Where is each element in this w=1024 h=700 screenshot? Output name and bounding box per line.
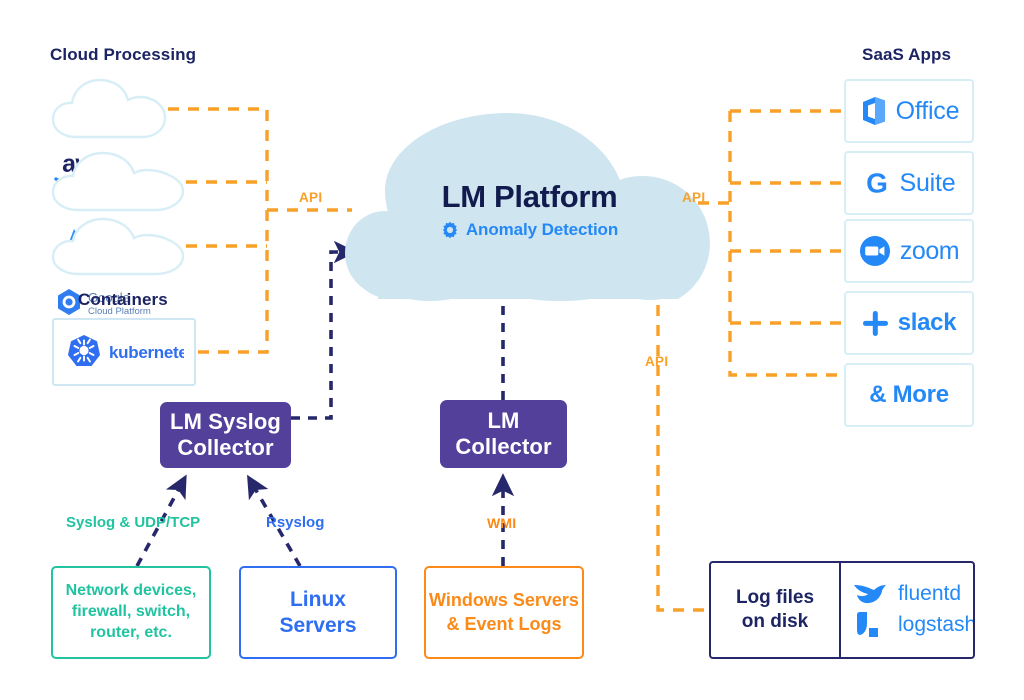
edge-label-api-logfiles: API [645, 354, 669, 369]
collector-line-2: Collector [455, 434, 552, 459]
edge-label-rsyslog: Rsyslog [266, 514, 325, 531]
source-line-1: Network devices, [65, 582, 197, 600]
gear-icon [442, 221, 457, 239]
source-network-devices[interactable]: Network devices, firewall, switch, route… [51, 566, 211, 659]
edge-label-wmi: WMI [487, 515, 517, 531]
log-files-on-disk-node[interactable]: Log files on disk fluentd logstash [709, 561, 975, 659]
edge-label-api-saas: API [682, 190, 706, 205]
log-agent-fluentd[interactable]: fluentd [853, 581, 973, 607]
saas-app-label: zoom [899, 236, 960, 265]
kubernetes-label: kubernetes [109, 343, 184, 362]
anomaly-detection-label: Anomaly Detection [465, 220, 619, 239]
collector-line-1: LM [487, 408, 520, 434]
saas-app-label: slack [897, 309, 957, 336]
page-title: LM Platform [441, 179, 618, 214]
fluentd-bird-logo [854, 585, 886, 604]
container-kubernetes[interactable]: kubernetes [52, 318, 196, 386]
source-windows-servers[interactable]: Windows Servers & Event Logs [424, 566, 584, 659]
logstash-logo [857, 612, 878, 637]
cloud-provider-gcp[interactable]: Google Cloud Platform [48, 214, 188, 317]
source-line-1: Windows Servers [429, 590, 579, 611]
cloud-provider-aws[interactable]: aws [48, 75, 170, 188]
g-suite-logo: G [866, 168, 888, 198]
cloud-pill-outline [51, 217, 185, 276]
orange-left-trunk [168, 107, 352, 354]
log-files-label: Log files on disk [711, 563, 841, 657]
edge-label-api-left: API [299, 190, 323, 205]
saas-app-label: Suite [899, 168, 956, 197]
saas-app-slack[interactable]: slack [844, 291, 974, 355]
zoom-logo [859, 236, 890, 266]
source-line-2: Servers [279, 613, 357, 637]
source-line-2: firewall, switch, [71, 603, 191, 621]
log-agents-list: fluentd logstash [841, 563, 975, 657]
lm-collector-node[interactable]: LM Collector [440, 400, 567, 468]
source-line-3: router, etc. [90, 623, 172, 641]
log-agent-logstash[interactable]: logstash [853, 611, 975, 639]
lm-platform-node[interactable]: LM Platform Anomaly Detection [349, 113, 710, 303]
log-files-line-2: on disk [741, 611, 809, 632]
section-title-saas-apps: SaaS Apps [862, 45, 952, 64]
syslog-collector-to-platform-wire [291, 240, 357, 420]
cloud-pill-outline [51, 151, 185, 212]
log-agent-label: fluentd [898, 582, 962, 605]
kubernetes-logo: kubernetes [68, 335, 184, 366]
anomaly-detection-badge: Anomaly Detection [349, 220, 710, 240]
log-files-line-1: Log files [735, 586, 815, 608]
source-linux-servers[interactable]: Linux Servers [239, 566, 397, 659]
saas-app-zoom[interactable]: zoom [844, 219, 974, 283]
source-line-2: & Event Logs [446, 613, 562, 634]
saas-app-office[interactable]: Office [844, 79, 974, 143]
office-logo [862, 97, 885, 125]
section-title-cloud-processing: Cloud Processing [50, 45, 197, 64]
source-line-1: Linux [289, 587, 346, 611]
lm-syslog-collector-node[interactable]: LM Syslog Collector [160, 402, 291, 468]
saas-app-gsuite[interactable]: G Suite [844, 151, 974, 215]
collector-line-2: Collector [177, 435, 274, 460]
saas-app-label: Office [895, 96, 960, 125]
cloud-provider-azure[interactable]: Azure [48, 148, 188, 254]
cloud-pill-outline [51, 78, 167, 139]
saas-app-label: & More [869, 381, 949, 408]
section-title-containers: Containers [78, 290, 168, 309]
saas-app-more[interactable]: & More [844, 363, 974, 427]
log-agent-label: logstash [898, 613, 975, 636]
collector-line-1: LM Syslog [170, 409, 281, 435]
svg-text:G: G [866, 168, 888, 198]
diagram-canvas: Cloud Processing aws Azure [0, 0, 1024, 700]
edge-label-syslog-udp-tcp: Syslog & UDP/TCP [66, 514, 201, 531]
slack-logo [862, 310, 888, 336]
